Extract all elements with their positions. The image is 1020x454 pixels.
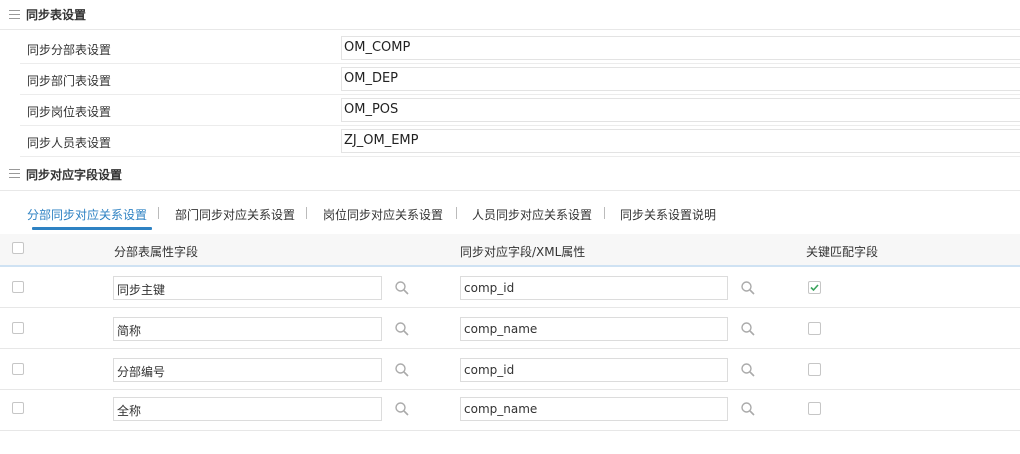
sync-tables-header: 同步表设置 [0,0,1020,30]
row-checkbox[interactable] [12,281,24,293]
select-all-checkbox[interactable] [12,242,24,254]
field-input[interactable]: 全称 [113,397,382,421]
row-checkbox[interactable] [12,322,24,334]
tab-dep-mapping[interactable]: 部门同步对应关系设置 [175,206,295,223]
key-match-checkbox[interactable] [808,281,821,294]
sync-table-input-emp[interactable]: ZJ_OM_EMP [341,129,1020,153]
sync-table-row-pos: 同步岗位表设置 OM_POS [20,95,1020,126]
tab-separator [604,207,605,219]
sync-table-row-dep: 同步部门表设置 OM_DEP [20,64,1020,95]
field-input[interactable]: 简称 [113,317,382,341]
column-header-field: 分部表属性字段 [114,245,199,259]
sync-table-label: 同步岗位表设置 [27,105,112,119]
table-row: 简称 comp_name [0,308,1020,349]
sync-table-input-comp[interactable]: OM_COMP [341,36,1020,60]
tab-separator [306,207,307,219]
tab-separator [158,207,159,219]
column-header-xml: 同步对应字段/XML属性 [460,245,586,259]
menu-icon [9,169,20,178]
search-icon[interactable] [394,321,410,337]
search-icon[interactable] [740,280,756,296]
row-checkbox[interactable] [12,402,24,414]
tab-emp-mapping[interactable]: 人员同步对应关系设置 [472,206,592,223]
search-icon[interactable] [740,321,756,337]
field-input[interactable]: 分部编号 [113,358,382,382]
sync-table-input-pos[interactable]: OM_POS [341,98,1020,122]
checkmark-icon [810,284,819,292]
sync-table-label: 同步部门表设置 [27,74,112,88]
grid-header: 分部表属性字段 同步对应字段/XML属性 关键匹配字段 [0,234,1020,267]
active-tab-indicator [32,227,152,230]
tab-separator [456,207,457,219]
search-icon[interactable] [740,362,756,378]
tab-mapping-help[interactable]: 同步关系设置说明 [620,206,716,223]
tab-pos-mapping[interactable]: 岗位同步对应关系设置 [323,206,443,223]
sync-tables-title: 同步表设置 [26,8,87,22]
menu-icon [9,10,20,19]
sync-table-input-dep[interactable]: OM_DEP [341,67,1020,91]
field-input[interactable]: 同步主键 [113,276,382,300]
key-match-checkbox[interactable] [808,363,821,376]
xml-input[interactable]: comp_id [460,358,728,382]
search-icon[interactable] [394,401,410,417]
table-row: 分部编号 comp_id [0,349,1020,390]
key-match-checkbox[interactable] [808,402,821,415]
tab-bar: 分部同步对应关系设置 部门同步对应关系设置 岗位同步对应关系设置 人员同步对应关… [0,200,1020,234]
xml-input[interactable]: comp_name [460,397,728,421]
sync-fields-header: 同步对应字段设置 [0,158,1020,191]
row-checkbox[interactable] [12,363,24,375]
tab-comp-mapping[interactable]: 分部同步对应关系设置 [27,206,147,223]
sync-table-label: 同步人员表设置 [27,136,112,150]
xml-input[interactable]: comp_id [460,276,728,300]
table-row: 同步主键 comp_id [0,267,1020,308]
search-icon[interactable] [740,401,756,417]
sync-table-row-comp: 同步分部表设置 OM_COMP [20,33,1020,64]
search-icon[interactable] [394,362,410,378]
table-row: 全称 comp_name [0,390,1020,431]
column-header-key: 关键匹配字段 [806,245,879,259]
key-match-checkbox[interactable] [808,322,821,335]
sync-table-label: 同步分部表设置 [27,43,112,57]
sync-fields-title: 同步对应字段设置 [26,168,123,182]
xml-input[interactable]: comp_name [460,317,728,341]
sync-table-row-emp: 同步人员表设置 ZJ_OM_EMP [20,126,1020,157]
search-icon[interactable] [394,280,410,296]
